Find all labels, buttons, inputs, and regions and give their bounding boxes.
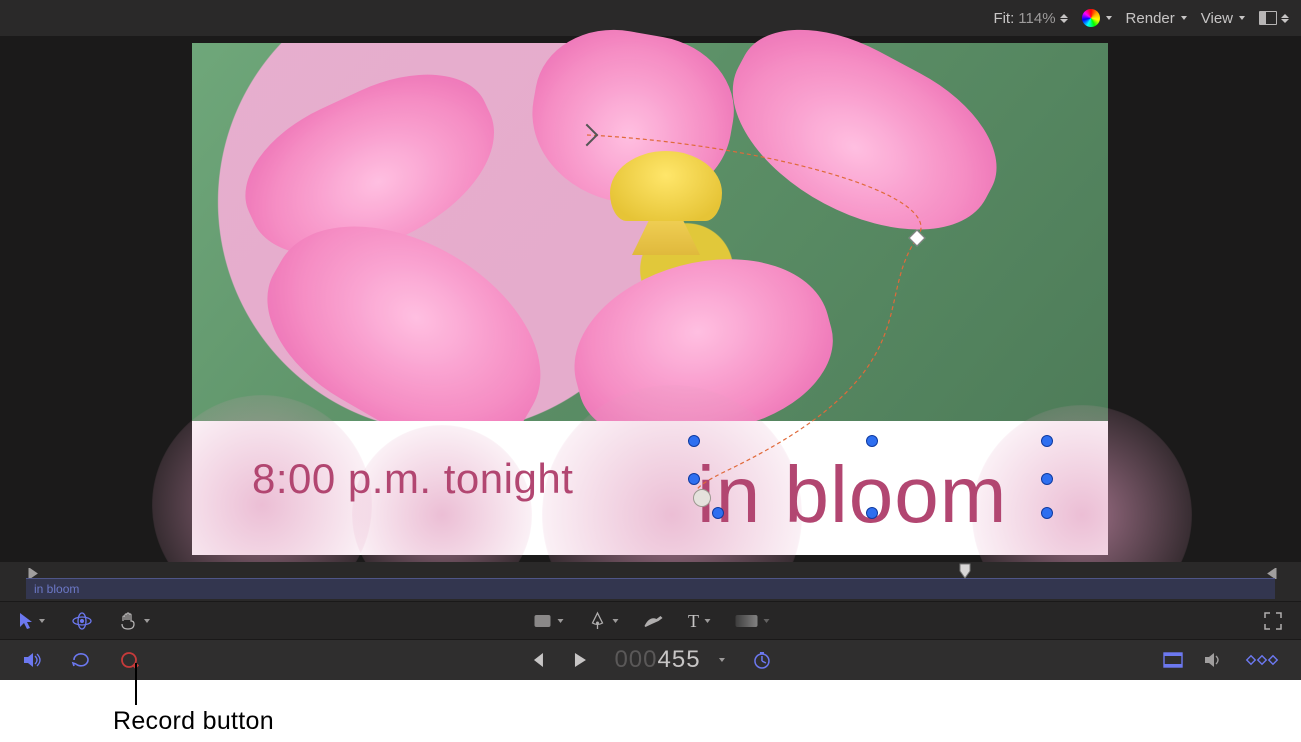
app-window: Fit: 114% Render View — [0, 0, 1301, 680]
chevron-down-icon — [1239, 16, 1245, 20]
show-audio-timeline-button[interactable] — [1203, 651, 1223, 669]
canvas-tool-row: T — [0, 601, 1301, 640]
selection-handle[interactable] — [712, 507, 724, 519]
chevron-down-icon — [612, 619, 618, 623]
chevron-down-icon — [557, 619, 563, 623]
text-tool[interactable]: T — [688, 611, 710, 632]
pan-tool[interactable] — [119, 612, 150, 630]
canvas-preview[interactable]: 8:00 p.m. tonight in bloom — [192, 43, 1108, 555]
selection-handle[interactable] — [688, 473, 700, 485]
bezier-tool[interactable] — [587, 611, 618, 631]
chevron-down-icon — [144, 619, 150, 623]
select-tool[interactable] — [18, 612, 45, 630]
timecode-value: 455 — [658, 646, 701, 673]
loop-toggle-button[interactable] — [70, 651, 92, 669]
chevron-down-icon — [1106, 16, 1112, 20]
timeline-clip[interactable]: in bloom — [26, 578, 1275, 599]
render-menu[interactable]: Render — [1126, 10, 1187, 27]
chevron-down-icon[interactable] — [719, 658, 725, 662]
fit-label: Fit: — [993, 10, 1014, 27]
shape-tool[interactable] — [532, 613, 563, 629]
playhead[interactable] — [959, 563, 971, 579]
chevron-down-icon — [1181, 16, 1187, 20]
stepper-icon — [1281, 14, 1289, 23]
render-label: Render — [1126, 10, 1175, 27]
play-button[interactable] — [572, 652, 586, 668]
selection-handle[interactable] — [688, 435, 700, 447]
selection-handle[interactable] — [866, 507, 878, 519]
out-point-marker-icon[interactable] — [1267, 566, 1277, 577]
view-menu[interactable]: View — [1201, 10, 1245, 27]
selection-handle[interactable] — [1041, 473, 1053, 485]
selection-handle[interactable] — [1041, 435, 1053, 447]
record-button[interactable] — [120, 650, 140, 670]
color-channels-menu[interactable] — [1082, 9, 1112, 27]
path-end-anchor[interactable] — [693, 489, 711, 507]
audio-toggle-button[interactable] — [22, 651, 42, 669]
selection-handle[interactable] — [866, 435, 878, 447]
callout-line — [135, 663, 137, 705]
title-text[interactable]: in bloom — [697, 455, 1007, 535]
chevron-down-icon — [39, 619, 45, 623]
fit-zoom-control[interactable]: Fit: 114% — [993, 10, 1067, 27]
annotation-area: Record button — [0, 680, 1301, 742]
fit-value: 114% — [1018, 10, 1055, 27]
timecode-leading: 000 — [614, 646, 657, 673]
3d-transform-tool[interactable] — [71, 612, 93, 630]
subtitle-text: 8:00 p.m. tonight — [252, 455, 573, 503]
paint-stroke-tool[interactable] — [642, 613, 664, 629]
title-banner: 8:00 p.m. tonight in bloom — [192, 421, 1108, 555]
fullscreen-button[interactable] — [1263, 611, 1283, 631]
timing-display-toggle[interactable] — [753, 651, 771, 669]
selection-handle[interactable] — [1041, 507, 1053, 519]
mini-timeline[interactable]: in bloom — [0, 562, 1301, 602]
chevron-down-icon — [763, 619, 769, 623]
background-image — [192, 43, 1108, 421]
top-toolbar: Fit: 114% Render View — [0, 0, 1301, 37]
clip-name: in bloom — [34, 582, 79, 596]
go-to-start-button[interactable] — [530, 652, 544, 668]
text-tool-glyph: T — [688, 611, 699, 632]
window-layout-menu[interactable] — [1259, 11, 1289, 25]
timecode-display[interactable]: 000455 — [614, 646, 700, 674]
show-timeline-button[interactable] — [1163, 652, 1183, 668]
mask-tool[interactable] — [734, 614, 769, 628]
in-point-marker-icon[interactable] — [28, 566, 38, 577]
stepper-icon — [1060, 14, 1068, 23]
transport-bar: 000455 — [0, 639, 1301, 680]
view-label: View — [1201, 10, 1233, 27]
canvas-area[interactable]: 8:00 p.m. tonight in bloom — [0, 36, 1301, 562]
callout-label: Record button — [113, 707, 274, 736]
chevron-down-icon — [704, 619, 710, 623]
color-wheel-icon — [1082, 9, 1100, 27]
window-layout-icon — [1259, 11, 1277, 25]
show-keyframe-editor-button[interactable] — [1243, 652, 1279, 668]
